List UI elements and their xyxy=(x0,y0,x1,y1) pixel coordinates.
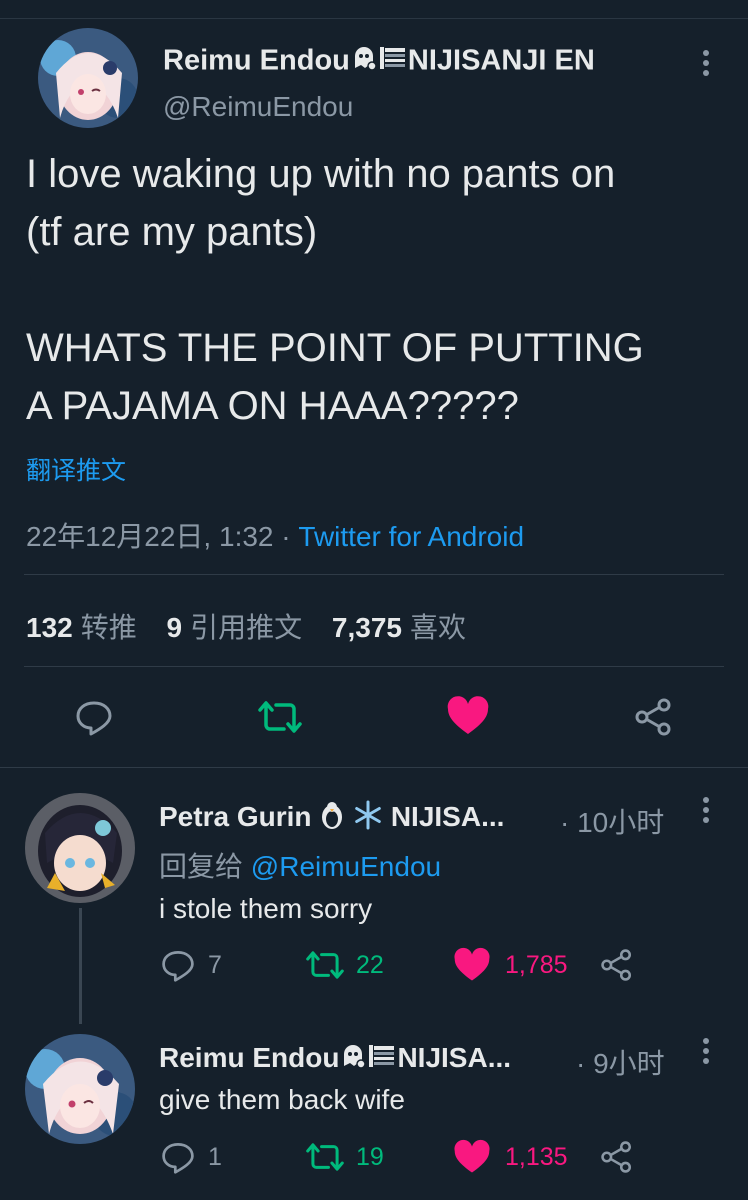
reply-to-handle[interactable]: @ReimuEndou xyxy=(251,851,441,882)
reply-time[interactable]: · 10小时 xyxy=(560,801,664,841)
divider xyxy=(24,574,724,575)
author-name[interactable]: Reimu Endou NIJISANJI EN xyxy=(163,44,595,80)
tweet-line: WHATS THE POINT OF PUTTING xyxy=(26,326,644,370)
retweet-icon xyxy=(306,1143,344,1171)
reply-avatar[interactable] xyxy=(25,793,135,903)
translate-link[interactable]: 翻译推文 xyxy=(26,451,126,487)
likes-stat[interactable]: 7,375 喜欢 xyxy=(332,612,466,643)
tweet-line: A PAJAMA ON HAAA????? xyxy=(26,384,519,428)
reply-icon xyxy=(162,1143,194,1174)
quotes-stat[interactable]: 9 引用推文 xyxy=(167,612,303,643)
retweet-icon xyxy=(306,951,344,979)
reply-button[interactable]: 1 xyxy=(160,1139,222,1175)
reply-author-name[interactable]: Reimu Endou NIJISA... xyxy=(159,1042,511,1077)
share-icon xyxy=(635,698,671,736)
retweets-stat[interactable]: 132 转推 xyxy=(26,612,137,643)
reply-author-name[interactable]: Petra Gurin NIJISA... xyxy=(159,800,504,837)
thread-line xyxy=(79,908,82,1024)
share-icon xyxy=(601,1141,632,1173)
author-handle[interactable]: @ReimuEndou xyxy=(163,91,353,123)
reply-icon xyxy=(76,701,112,736)
like-icon xyxy=(454,1139,490,1173)
tweet-line: I love waking up with no pants on xyxy=(26,152,616,196)
ghost-icon xyxy=(350,44,378,80)
meta-separator: · xyxy=(281,521,291,552)
more-icon[interactable] xyxy=(702,1038,710,1068)
retweet-button[interactable]: 22 xyxy=(306,947,384,983)
reply-button[interactable]: 7 xyxy=(160,947,222,983)
retweet-button[interactable]: 19 xyxy=(306,1139,384,1175)
tweet-text: I love waking up with no pants on (tf ar… xyxy=(26,145,726,435)
flag-icon xyxy=(367,1042,397,1077)
flag-icon xyxy=(378,44,408,80)
tweet-line: (tf are my pants) xyxy=(26,210,318,254)
divider xyxy=(24,666,724,667)
share-button[interactable] xyxy=(600,1140,634,1174)
author-avatar[interactable] xyxy=(38,28,138,128)
source-link[interactable]: Twitter for Android xyxy=(298,521,524,552)
share-button[interactable] xyxy=(600,948,634,982)
top-divider xyxy=(0,18,748,19)
like-icon xyxy=(454,947,490,981)
like-button[interactable]: 1,785 xyxy=(453,947,568,983)
timestamp[interactable]: 22年12月22日, 1:32 xyxy=(26,521,274,552)
like-button[interactable]: 1,135 xyxy=(453,1139,568,1175)
tweet-meta: 22年12月22日, 1:32 · Twitter for Android xyxy=(26,515,524,555)
reply-text: i stole them sorry xyxy=(159,893,373,924)
like-icon xyxy=(447,696,489,734)
reply-text: give them back wife xyxy=(159,1084,405,1115)
divider xyxy=(0,767,748,768)
more-icon[interactable] xyxy=(702,50,710,80)
reply-icon xyxy=(162,951,194,982)
reply-button[interactable] xyxy=(74,697,114,737)
reply-to: 回复给 @ReimuEndou xyxy=(159,851,442,882)
ghost-icon xyxy=(339,1042,367,1077)
reply-time[interactable]: · 9小时 xyxy=(576,1042,665,1082)
share-button[interactable] xyxy=(634,697,674,737)
tweet-stats: 132 转推 9 引用推文 7,375 喜欢 xyxy=(26,606,488,646)
retweet-button[interactable] xyxy=(258,697,302,737)
penguin-icon xyxy=(319,800,345,837)
snowflake-icon xyxy=(353,800,383,837)
share-icon xyxy=(601,949,632,981)
retweet-icon xyxy=(258,701,302,733)
like-button[interactable] xyxy=(446,696,490,736)
reply-avatar[interactable] xyxy=(25,1034,135,1144)
more-icon[interactable] xyxy=(702,797,710,827)
